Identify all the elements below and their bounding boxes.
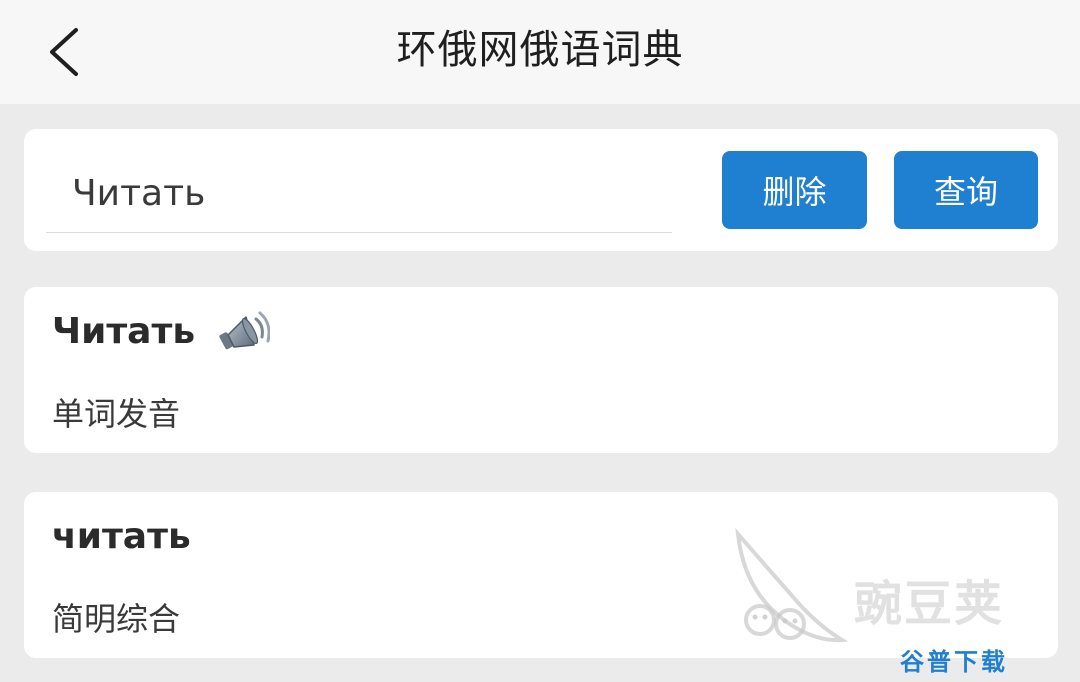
result-card: Читать 单词发音 xyxy=(24,287,1058,453)
result-source: 单词发音 xyxy=(52,395,181,433)
query-button[interactable]: 查询 xyxy=(894,151,1038,229)
result-word: читать xyxy=(52,516,191,557)
result-word: Читать xyxy=(52,311,196,352)
result-source: 简明综合 xyxy=(52,600,181,638)
speaker-icon[interactable] xyxy=(216,307,271,357)
delete-button[interactable]: 删除 xyxy=(722,151,867,229)
search-card: 删除 查询 xyxy=(24,129,1058,251)
page-title: 环俄网俄语词典 xyxy=(396,27,684,73)
search-input[interactable] xyxy=(46,165,672,233)
app-header: 环俄网俄语词典 xyxy=(0,0,1080,104)
result-card: читать 简明综合 xyxy=(24,492,1058,658)
